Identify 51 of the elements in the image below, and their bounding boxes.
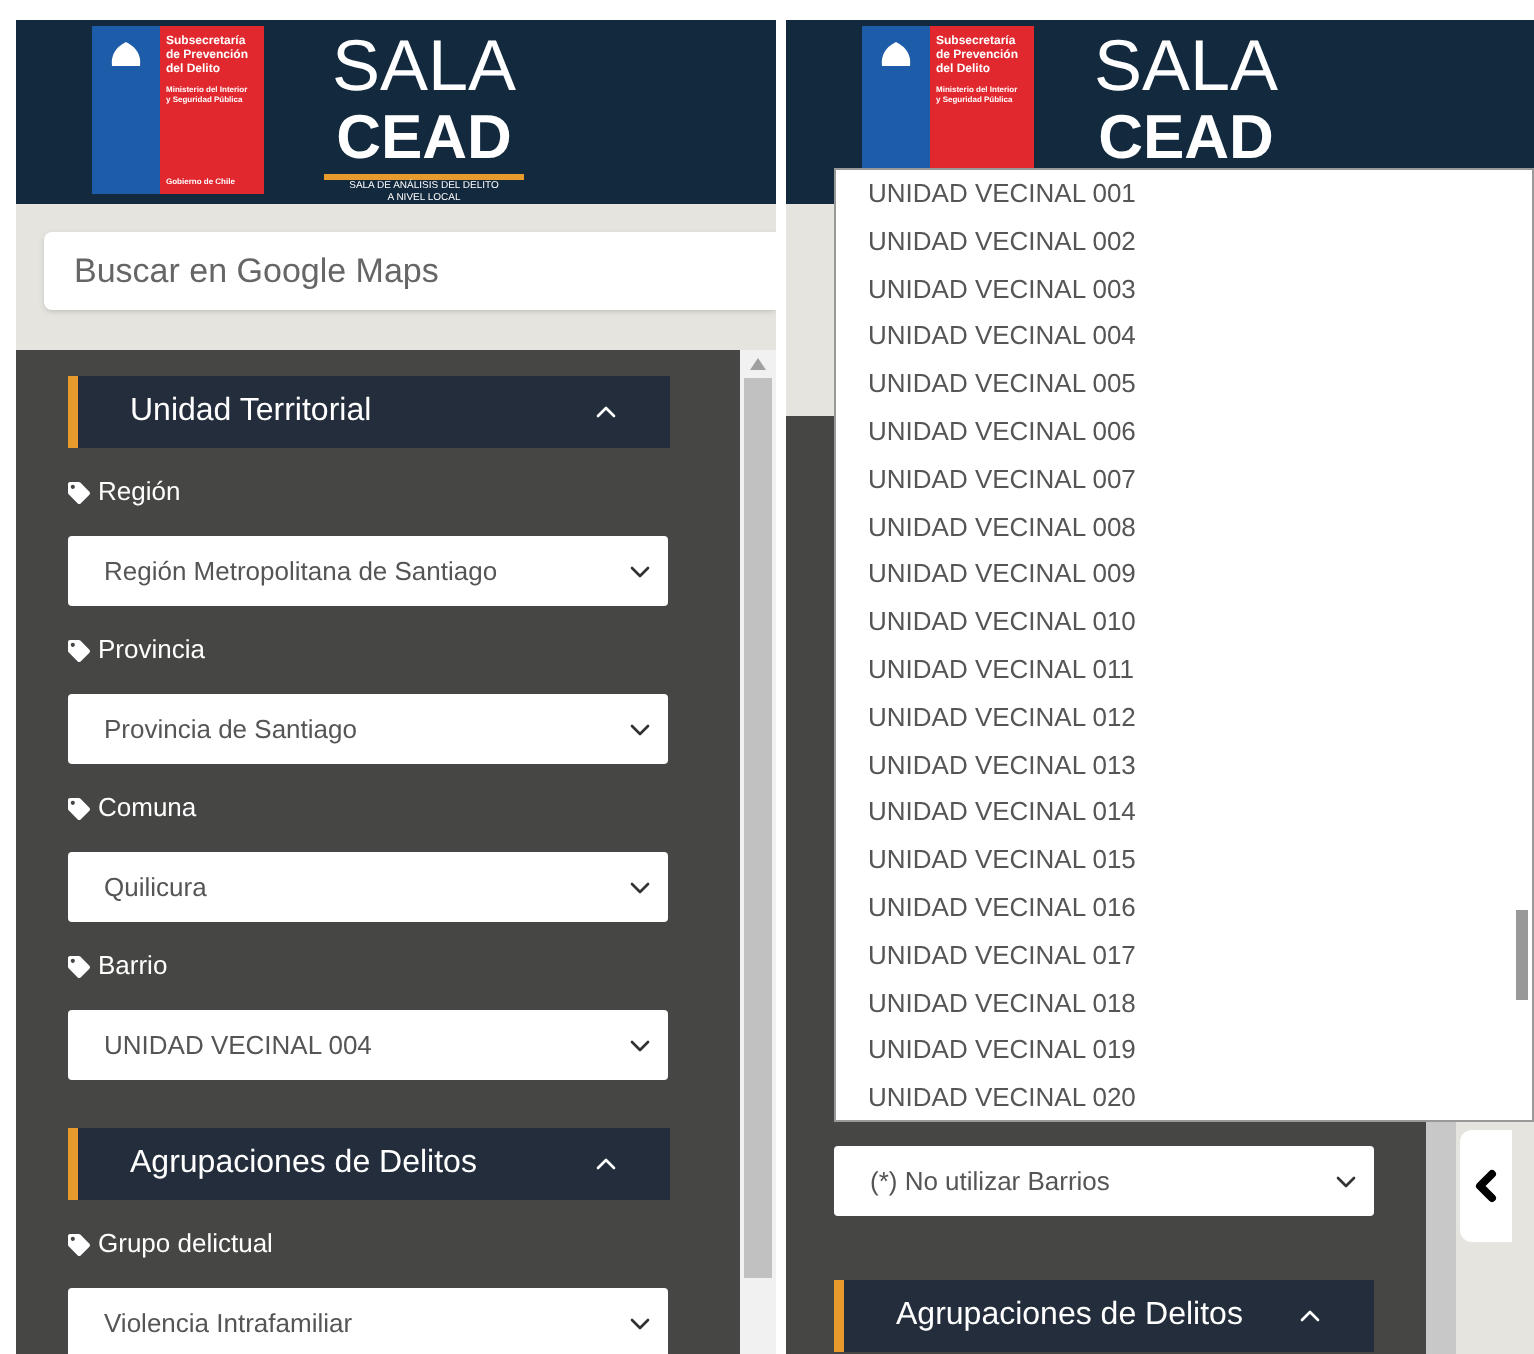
scroll-up-icon	[750, 358, 766, 370]
crest-icon	[876, 38, 916, 70]
select-field[interactable]: Violencia Intrafamiliar	[68, 1288, 668, 1354]
dropdown-option[interactable]: UNIDAD VECINAL 019	[836, 1026, 1516, 1075]
brand-title: SALA	[331, 28, 517, 104]
dropdown-option[interactable]: UNIDAD VECINAL 016	[836, 883, 1516, 932]
tag-icon	[68, 797, 90, 819]
dropdown-option[interactable]: UNIDAD VECINAL 007	[836, 455, 1516, 504]
select-field[interactable]: Región Metropolitana de Santiago	[68, 536, 668, 606]
dropdown-option[interactable]: UNIDAD VECINAL 020	[836, 1074, 1516, 1122]
dropdown-option[interactable]: UNIDAD VECINAL 002	[836, 217, 1516, 266]
dropdown-option[interactable]: UNIDAD VECINAL 005	[836, 360, 1516, 408]
crest-icon	[106, 38, 146, 70]
dropdown-option[interactable]: UNIDAD VECINAL 001	[836, 170, 1516, 218]
field-label: Barrio	[98, 948, 168, 985]
dropdown-option[interactable]: UNIDAD VECINAL 014	[836, 788, 1516, 837]
tag-icon	[68, 1233, 90, 1255]
dropdown-option[interactable]: UNIDAD VECINAL 011	[836, 645, 1516, 694]
dropdown-option[interactable]: UNIDAD VECINAL 012	[836, 693, 1516, 742]
select-field[interactable]: Provincia de Santiago	[68, 694, 668, 764]
dropdown-option[interactable]: UNIDAD VECINAL 018	[836, 979, 1516, 1027]
scrollbar-thumb[interactable]	[1516, 910, 1528, 1000]
brand-title: CEAD	[336, 104, 512, 172]
field-label: Grupo delictual	[98, 1226, 273, 1263]
field-label: Provincia	[98, 632, 205, 669]
dropdown-option[interactable]: UNIDAD VECINAL 008	[836, 503, 1516, 551]
dropdown-option[interactable]: UNIDAD VECINAL 017	[836, 931, 1516, 980]
brand-title: CEAD	[1098, 104, 1274, 172]
scrollbar[interactable]	[740, 350, 776, 1354]
select-field[interactable]: Quilicura	[68, 852, 668, 922]
dropdown-option[interactable]: UNIDAD VECINAL 015	[836, 836, 1516, 884]
select-field[interactable]: (*) No utilizar Barrios	[834, 1146, 1374, 1216]
scrollbar-thumb[interactable]	[744, 378, 772, 1278]
dropdown-option[interactable]: UNIDAD VECINAL 013	[836, 741, 1516, 789]
tag-icon	[68, 481, 90, 503]
dropdown-option[interactable]: UNIDAD VECINAL 004	[836, 312, 1516, 361]
section-header[interactable]: Unidad Territorial	[68, 376, 670, 448]
field-label: Comuna	[98, 790, 197, 827]
dropdown-option[interactable]: UNIDAD VECINAL 003	[836, 265, 1516, 313]
dropdown-option[interactable]: UNIDAD VECINAL 010	[836, 598, 1516, 646]
field-label: Región	[98, 474, 181, 511]
tag-icon	[68, 955, 90, 977]
section-header[interactable]: Agrupaciones de Delitos	[834, 1280, 1374, 1352]
brand-title: SALA	[1094, 28, 1279, 104]
tag-icon	[68, 639, 90, 661]
select-field[interactable]: UNIDAD VECINAL 004	[68, 1010, 668, 1080]
section-header[interactable]: Agrupaciones de Delitos	[68, 1128, 670, 1200]
search-field[interactable]: Buscar en Google Maps	[44, 232, 776, 310]
dropdown-option[interactable]: UNIDAD VECINAL 009	[836, 550, 1516, 599]
dropdown-option[interactable]: UNIDAD VECINAL 006	[836, 407, 1516, 456]
collapse-button[interactable]	[1460, 1130, 1512, 1242]
